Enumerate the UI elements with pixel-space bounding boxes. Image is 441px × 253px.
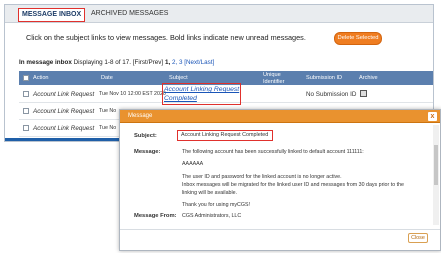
- pager-label: In message inbox: [19, 59, 72, 66]
- subject-label: Subject:: [134, 133, 157, 139]
- column-date: Date: [101, 75, 113, 81]
- tab-archived-messages[interactable]: ARCHIVED MESSAGES: [88, 8, 171, 20]
- column-archive: Archive: [359, 75, 378, 81]
- tab-message-inbox[interactable]: MESSAGE INBOX: [18, 8, 86, 22]
- subject-value: Account Linking Request Completed: [181, 132, 269, 138]
- row-date: Tue No: [99, 125, 117, 131]
- modal-title-bar: Message x: [120, 110, 440, 123]
- archive-icon[interactable]: [360, 90, 367, 97]
- modal-scrollbar[interactable]: [433, 125, 439, 225]
- pager-page-2[interactable]: 2,: [172, 59, 177, 66]
- message-line-2: AAAAAA: [182, 161, 204, 167]
- row-action: Account Link Request: [33, 125, 95, 132]
- message-line-1: The following account has been successfu…: [182, 149, 364, 155]
- pager-page-1: 1,: [164, 59, 171, 66]
- message-line-3: The user ID and password for the linked …: [182, 174, 342, 180]
- row-checkbox[interactable]: [23, 125, 29, 131]
- message-label: Message:: [134, 149, 161, 155]
- row-date: Tue Nov 10 12:00 EST 2020: [99, 91, 166, 97]
- row-action: Account Link Request: [33, 91, 95, 98]
- select-all-checkbox[interactable]: [23, 75, 29, 81]
- message-from-label: Message From:: [134, 213, 177, 219]
- delete-selected-button[interactable]: Delete Selected: [334, 32, 382, 45]
- close-icon[interactable]: x: [428, 112, 437, 121]
- message-line-4: Inbox messages will be migrated for the …: [182, 182, 404, 188]
- inbox-instructions: Click on the subject links to view messa…: [26, 33, 306, 42]
- pager-range: Displaying 1-8 of 17.: [73, 59, 131, 66]
- message-modal: Message x Subject: Account Linking Reque…: [119, 109, 441, 251]
- column-subject: Subject: [169, 75, 188, 81]
- message-line-5: linking will be available.: [182, 190, 238, 196]
- pagination: In message inbox Displaying 1-8 of 17. […: [19, 59, 214, 66]
- column-identifier: Identifier: [263, 79, 285, 85]
- column-action: Action: [33, 75, 49, 81]
- message-from-value: CGS Administrators, LLC: [182, 213, 242, 219]
- row-action: Account Link Request: [33, 108, 95, 115]
- message-line-6: Thank you for using myCGS!: [182, 202, 251, 208]
- scrollbar-thumb[interactable]: [434, 145, 438, 185]
- modal-divider: [120, 229, 440, 230]
- pager-first-prev: [First/Prev]: [132, 59, 164, 66]
- modal-title: Message: [128, 113, 153, 119]
- close-button[interactable]: Close: [408, 233, 428, 243]
- row-date: Tue No: [99, 108, 117, 114]
- pager-next-last[interactable]: [Next/Last]: [184, 59, 214, 66]
- row-submission-id: No Submission ID: [306, 91, 357, 98]
- row-checkbox[interactable]: [23, 108, 29, 114]
- pager-page-3[interactable]: 3: [179, 59, 183, 66]
- column-submission-id: Submission ID: [306, 75, 343, 81]
- tab-bar: MESSAGE INBOX ARCHIVED MESSAGES: [5, 5, 433, 23]
- row-checkbox[interactable]: [23, 91, 29, 97]
- subject-link[interactable]: Account Linking Request Completed: [164, 85, 240, 103]
